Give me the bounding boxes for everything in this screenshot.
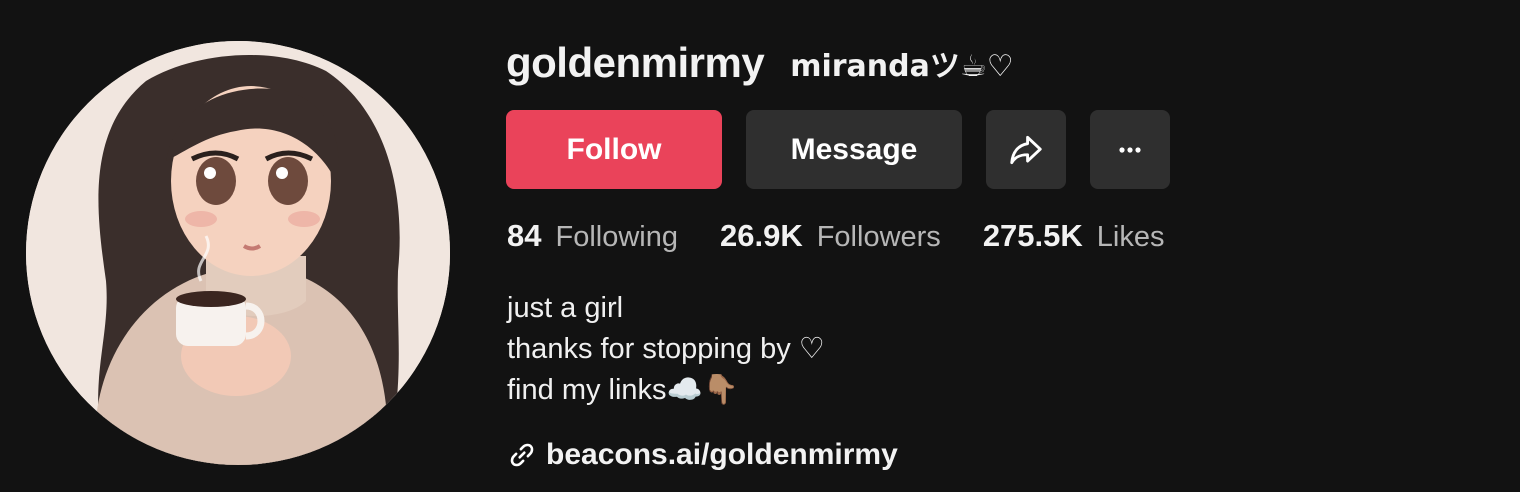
profile-link[interactable]: beacons.ai/goldenmirmy [508, 438, 898, 472]
likes-count: 275.5K [982, 218, 1083, 253]
followers-stat[interactable]: 26.9K Followers [720, 218, 941, 254]
followers-count: 26.9K [719, 218, 803, 253]
bio-line: find my links☁️👇🏽 [507, 374, 739, 406]
display-name: mirandaツ☕♡ [790, 49, 1014, 84]
link-text[interactable]: beacons.ai/goldenmirmy [546, 438, 898, 472]
following-count: 84 [507, 218, 542, 253]
profile-avatar[interactable] [26, 41, 450, 465]
profile-actions: Follow Message [506, 110, 1170, 189]
share-arrow-icon [1010, 135, 1042, 164]
following-label: Following [555, 221, 678, 253]
link-icon [508, 441, 536, 469]
following-stat[interactable]: 84 Following [507, 218, 678, 254]
message-button[interactable]: Message [746, 110, 962, 189]
profile-bio: just a girl thanks for stopping by ♡ fin… [507, 288, 825, 411]
bio-line: thanks for stopping by ♡ [507, 333, 825, 365]
share-button[interactable] [986, 110, 1066, 189]
follow-button[interactable]: Follow [506, 110, 722, 189]
followers-label: Followers [816, 221, 941, 253]
profile-stats: 84 Following 26.9K Followers 275.5K Like… [507, 218, 1206, 254]
profile-header: goldenmirmy mirandaツ☕♡ [506, 38, 1014, 88]
bio-line: just a girl [507, 292, 624, 324]
likes-stat: 275.5K Likes [983, 218, 1165, 254]
more-options-button[interactable] [1090, 110, 1170, 189]
avatar-illustration [26, 41, 450, 465]
username: goldenmirmy [506, 39, 765, 86]
more-horizontal-icon [1119, 146, 1141, 153]
likes-label: Likes [1096, 221, 1165, 253]
